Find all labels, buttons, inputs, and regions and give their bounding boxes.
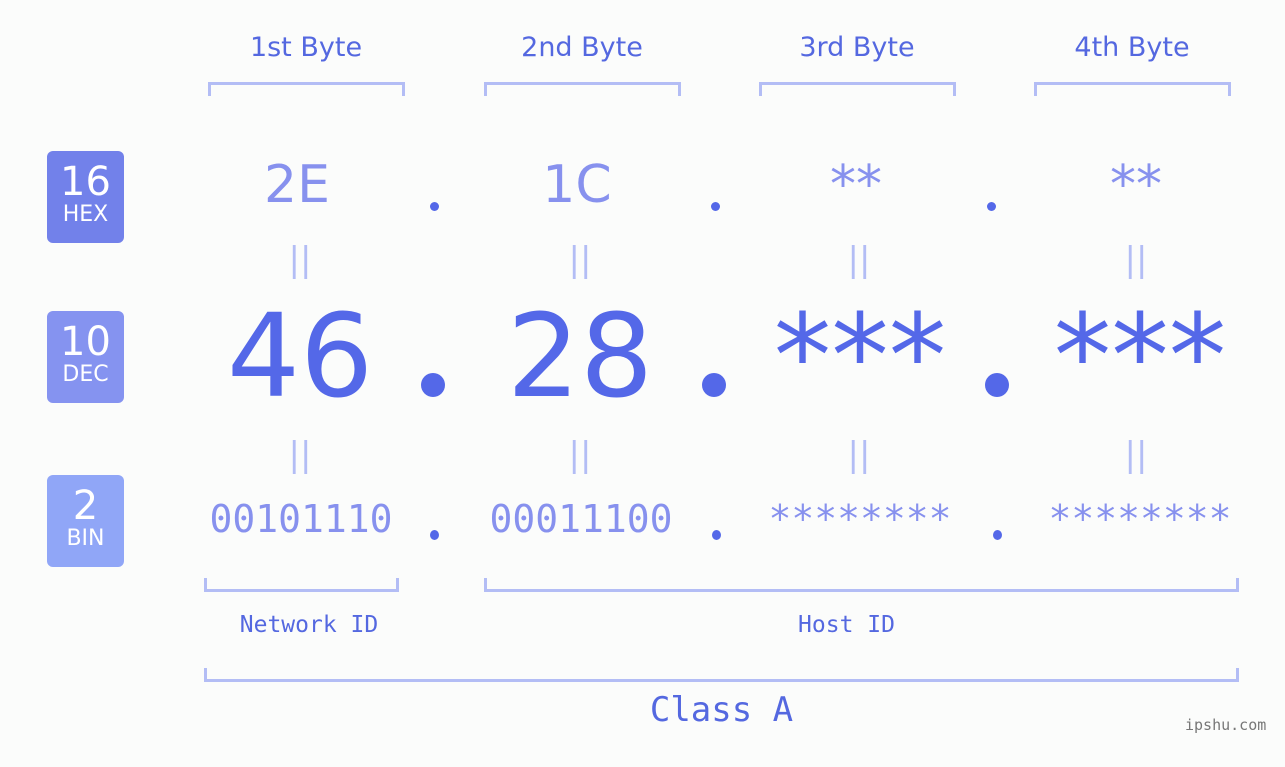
- bin-separator-dot: [712, 530, 721, 540]
- bin-separator-dot: [993, 530, 1002, 540]
- bin-separator-dot: [430, 530, 439, 540]
- hex-badge-number: 16: [60, 159, 111, 205]
- byte-bracket-4: [1034, 82, 1231, 96]
- network-id-bracket: [204, 578, 399, 592]
- network-id-label: Network ID: [239, 612, 379, 638]
- hex-byte-1: 2E: [264, 155, 330, 215]
- dec-separator-dot: [985, 373, 1009, 397]
- equals-icon: ||: [847, 240, 871, 280]
- equals-icon: ||: [1124, 240, 1148, 280]
- class-label: Class A: [649, 690, 794, 730]
- byte-bracket-1: [208, 82, 405, 96]
- dec-byte-4: ***: [1053, 290, 1227, 424]
- equals-icon: ||: [1124, 435, 1148, 475]
- host-id-label: Host ID: [798, 612, 895, 638]
- hex-separator-dot: [430, 202, 439, 211]
- equals-icon: ||: [568, 435, 592, 475]
- bin-badge-label: BIN: [66, 526, 105, 551]
- dec-byte-2: 28: [506, 290, 654, 424]
- equals-icon: ||: [847, 435, 871, 475]
- equals-icon: ||: [288, 435, 312, 475]
- bin-badge-number: 2: [72, 483, 99, 529]
- dec-badge: 10 DEC: [47, 311, 124, 403]
- hex-badge: 16 HEX: [47, 151, 124, 243]
- dec-badge-number: 10: [60, 319, 111, 365]
- bin-byte-4: ********: [1048, 497, 1232, 541]
- bin-byte-3: ********: [768, 497, 952, 541]
- dec-separator-dot: [421, 373, 445, 397]
- byte-header-2: 2nd Byte: [521, 32, 643, 63]
- byte-bracket-2: [484, 82, 681, 96]
- byte-header-4: 4th Byte: [1074, 32, 1190, 63]
- dec-badge-label: DEC: [62, 362, 109, 387]
- dec-byte-1: 46: [226, 290, 374, 424]
- dec-byte-3: ***: [773, 290, 947, 424]
- host-id-bracket: [484, 578, 1239, 592]
- hex-byte-2: 1C: [542, 155, 612, 215]
- bin-byte-2: 00011100: [489, 497, 673, 541]
- hex-separator-dot: [987, 202, 996, 211]
- hex-separator-dot: [711, 202, 720, 211]
- equals-icon: ||: [288, 240, 312, 280]
- watermark: ipshu.com: [1185, 716, 1267, 734]
- bin-badge: 2 BIN: [47, 475, 124, 567]
- hex-byte-3: **: [830, 155, 882, 215]
- byte-header-3: 3rd Byte: [799, 32, 915, 63]
- byte-bracket-3: [759, 82, 956, 96]
- class-bracket: [204, 668, 1239, 682]
- hex-byte-4: **: [1110, 155, 1162, 215]
- dec-separator-dot: [702, 373, 726, 397]
- bin-byte-1: 00101110: [209, 497, 393, 541]
- byte-header-1: 1st Byte: [249, 32, 363, 63]
- hex-badge-label: HEX: [62, 202, 109, 227]
- equals-icon: ||: [568, 240, 592, 280]
